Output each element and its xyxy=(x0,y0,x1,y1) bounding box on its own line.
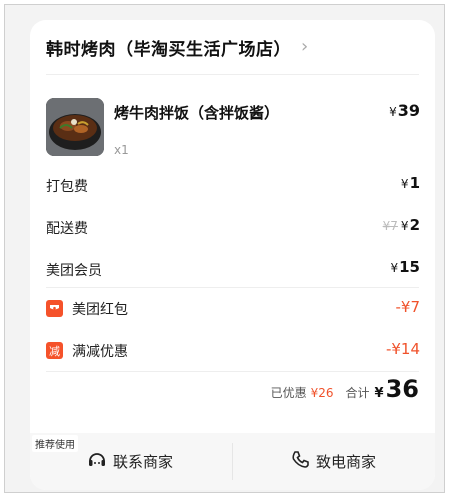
fee-value: ¥1 xyxy=(401,174,420,192)
fee-amount: 1 xyxy=(409,174,420,192)
store-name[interactable]: 韩时烤肉（毕淘买生活广场店） xyxy=(46,35,291,60)
order-item[interactable]: 烤牛肉拌饭（含拌饭酱） x1 ¥39 xyxy=(46,98,420,168)
red-packet-row[interactable]: 美团红包 -¥7 xyxy=(46,298,420,322)
store-header[interactable]: 韩时烤肉（毕淘买生活广场店） › xyxy=(46,32,308,62)
currency-symbol: ¥ xyxy=(374,386,384,401)
call-merchant-button[interactable]: 致电商家 xyxy=(233,433,433,490)
currency-symbol: ¥ xyxy=(400,177,409,191)
total-amount: 36 xyxy=(385,375,419,403)
red-packet-icon xyxy=(46,300,63,317)
original-fee: ¥7 xyxy=(382,219,398,233)
screen-frame: 韩时烤肉（毕淘买生活广场店） › 烤牛肉拌饭（含拌饭酱） x1 ¥39 打包费 … xyxy=(4,4,445,493)
discount-value: -¥14 xyxy=(385,340,420,358)
chat-headset-icon xyxy=(87,450,107,474)
currency-symbol: ¥ xyxy=(389,105,397,119)
membership-fee-row: 美团会员 ¥15 xyxy=(46,258,420,282)
full-reduction-row[interactable]: 减 满减优惠 -¥14 xyxy=(46,340,420,364)
fee-label: 美团会员 xyxy=(46,263,102,279)
bibimbap-image xyxy=(46,98,104,156)
discount-divider xyxy=(46,371,419,372)
fee-label: 配送费 xyxy=(46,221,88,237)
item-quantity: x1 xyxy=(114,143,129,157)
saved-label: 已优惠 xyxy=(270,386,307,400)
currency-symbol: ¥ xyxy=(390,261,399,275)
contact-bar: 推荐使用 联系商家 致电商家 xyxy=(30,433,435,490)
fee-divider xyxy=(46,287,419,288)
delivery-fee-row: 配送费 ¥7 ¥2 xyxy=(46,216,420,240)
discount-label: 美团红包 xyxy=(72,302,128,318)
call-merchant-label: 致电商家 xyxy=(315,453,376,471)
contact-merchant-button[interactable]: 联系商家 xyxy=(30,433,230,490)
fee-value: ¥7 ¥2 xyxy=(383,216,420,234)
contact-merchant-label: 联系商家 xyxy=(112,453,173,471)
fee-value: ¥15 xyxy=(390,258,420,276)
header-divider xyxy=(46,74,419,75)
food-thumbnail[interactable] xyxy=(46,98,104,156)
fee-amount: 15 xyxy=(399,258,420,276)
item-price: ¥39 xyxy=(389,101,420,120)
sum-label: 合计 xyxy=(345,386,370,400)
phone-icon xyxy=(290,450,310,474)
saved-value: ¥26 xyxy=(310,386,334,400)
discount-value: -¥7 xyxy=(395,298,421,316)
item-name: 烤牛肉拌饭（含拌饭酱） xyxy=(114,104,280,122)
total-row: 已优惠 ¥26 合计 ¥ 36 xyxy=(271,375,419,407)
currency-symbol: ¥ xyxy=(400,219,409,233)
order-card: 韩时烤肉（毕淘买生活广场店） › 烤牛肉拌饭（含拌饭酱） x1 ¥39 打包费 … xyxy=(30,20,435,490)
fee-label: 打包费 xyxy=(46,179,88,195)
discount-label: 满减优惠 xyxy=(72,344,128,360)
chevron-right-icon[interactable]: › xyxy=(301,38,308,56)
fee-amount: 2 xyxy=(409,216,420,234)
item-price-value: 39 xyxy=(397,101,420,120)
packing-fee-row: 打包费 ¥1 xyxy=(46,174,420,198)
discount-icon: 减 xyxy=(46,342,63,359)
